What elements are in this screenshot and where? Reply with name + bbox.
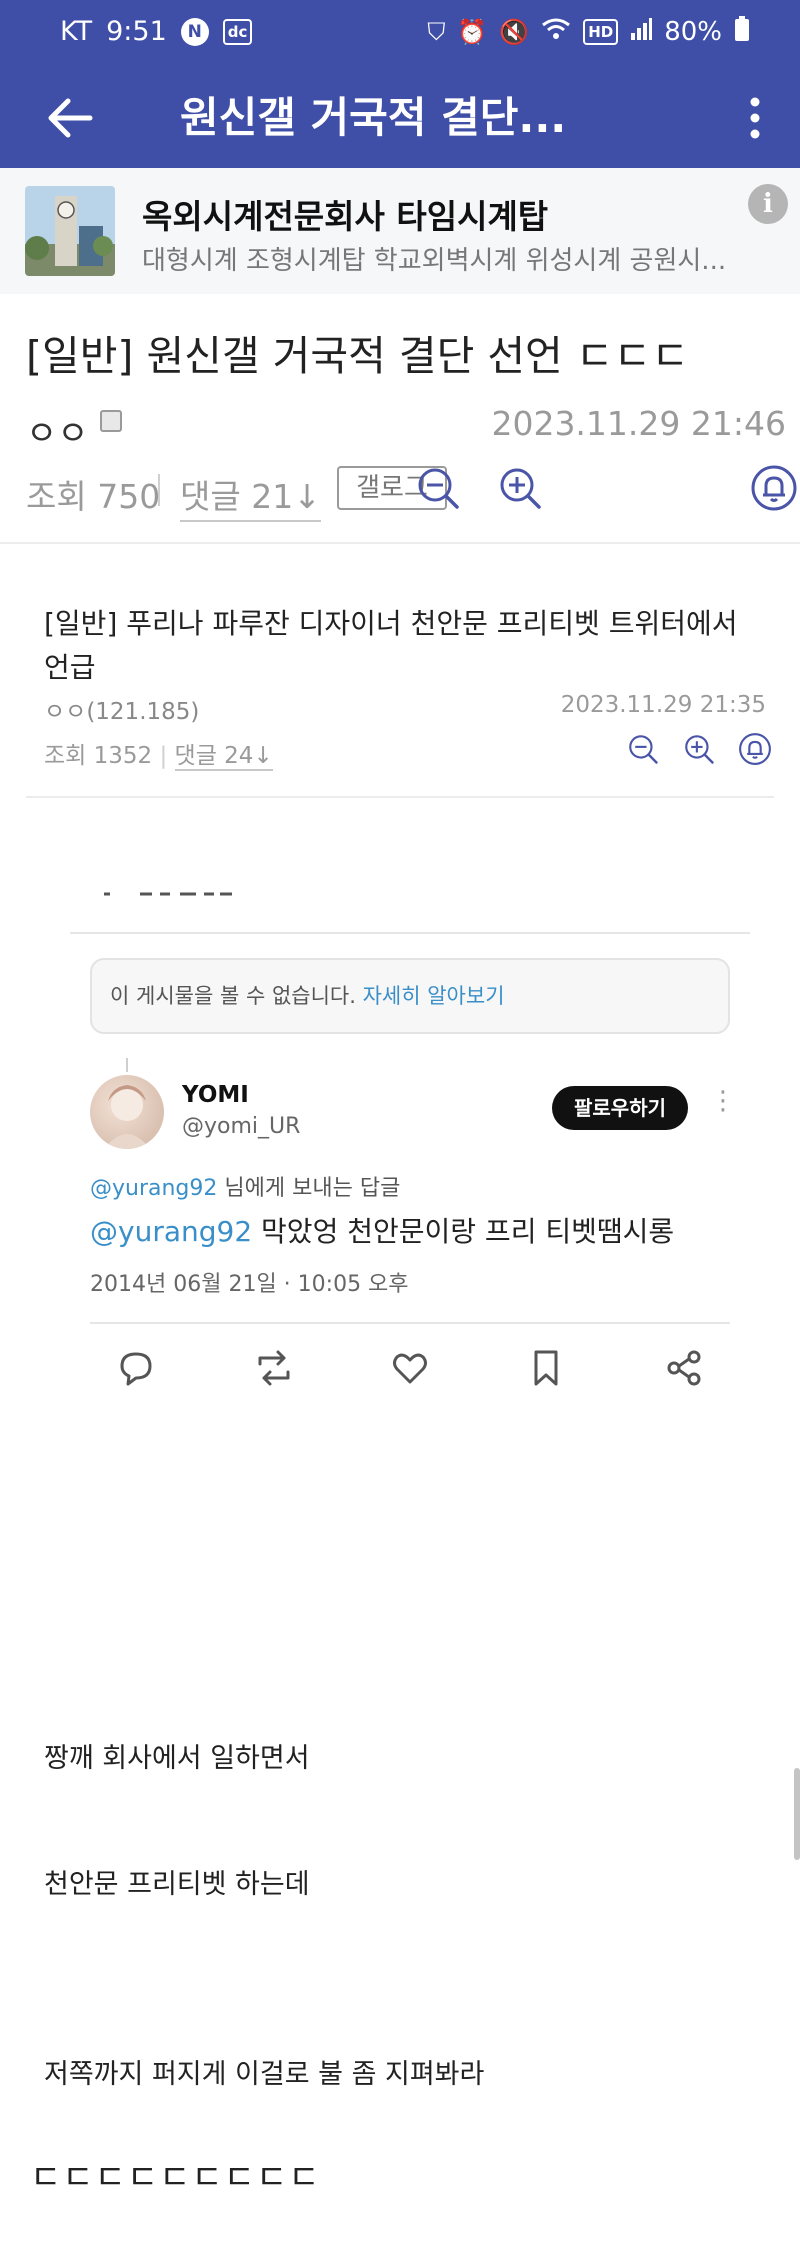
reply-mention: @yurang92 (90, 1176, 218, 1201)
signal-icon (630, 17, 653, 47)
body-text-line-2: 천안문 프리티벳 하는데 (44, 1869, 310, 1900)
gallery-banner[interactable]: 옥외시계전문회사 타임시계탑 대형시계 조형시계탑 학교외벽시계 위성시계 공원… (0, 168, 800, 294)
related-post-author: ㅇㅇ(121.185) (44, 699, 200, 725)
mute-icon: 🔇 (499, 18, 530, 46)
like-heart-icon (390, 1348, 430, 1388)
app-bar: 원신갤 거국적 결단... (0, 68, 800, 168)
reply-to-line: @yurang92 님에게 보내는 답글 (90, 1170, 400, 1202)
author-name[interactable]: ㅇㅇ (26, 406, 89, 455)
view-count: 조회 750 (26, 477, 161, 516)
stats-divider (158, 474, 160, 506)
more-options-icon[interactable] (740, 92, 770, 144)
tweet-author-handle: @yomi_UR (182, 1114, 301, 1139)
gallery-name: 옥외시계전문회사 타임시계탑 (142, 197, 549, 236)
body-text-line-1: 짱깨 회사에서 일하면서 (44, 1743, 310, 1774)
related-zoom-in-icon[interactable] (682, 732, 716, 766)
post-title: [일반] 원신갤 거국적 결단 선언 ㄷㄷㄷ (26, 332, 689, 380)
back-arrow-icon[interactable] (44, 92, 96, 144)
battery-percent: 80% (664, 17, 722, 47)
tweet-text-body: 막았엉 천안문이랑 프리 티벳땜시롱 (261, 1215, 675, 1248)
tweet-author-name: YOMI (182, 1082, 249, 1108)
tweet-text: @yurang92 막았엉 천안문이랑 프리 티벳땜시롱 (90, 1210, 674, 1250)
cropped-text-fragment (104, 892, 232, 896)
learn-more-link[interactable]: 자세히 알아보기 (363, 984, 505, 1008)
related-zoom-out-icon[interactable] (626, 732, 660, 766)
follow-button: 팔로우하기 (552, 1086, 688, 1130)
tweet-actions-divider (90, 1322, 730, 1324)
carrier-label: KT (60, 16, 93, 47)
info-icon[interactable]: i (748, 184, 788, 224)
section-divider (0, 542, 800, 544)
tweet-text-mention: @yurang92 (90, 1215, 253, 1248)
post-stats-row: 조회 750 댓글 21↓ 갤로그 (26, 462, 800, 522)
hd-voice-icon: HD (583, 19, 619, 45)
related-post-stats: 조회 1352 | 댓글 24↓ (44, 743, 273, 771)
alarm-icon: ⏰ (457, 18, 488, 46)
related-post-title[interactable]: [일반] 푸리나 파루잔 디자이너 천안문 프리티벳 트위터에서 언급 (44, 602, 764, 690)
status-bar: KT 9:51 N dc ⛉ ⏰ 🔇 HD 80% (0, 0, 800, 68)
data-saver-icon: ⛉ (427, 18, 446, 46)
avatar (90, 1075, 164, 1149)
closing-line: ㄷㄷㄷㄷㄷㄷㄷㄷㄷ (30, 2158, 321, 2198)
reply-suffix: 님에게 보내는 답글 (224, 1176, 401, 1201)
related-post-views: 조회 1352 (44, 743, 153, 769)
tweet-timestamp: 2014년 06월 21일 · 10:05 오후 (90, 1272, 409, 1297)
thread-line (126, 1058, 128, 1072)
zoom-out-icon[interactable] (414, 464, 462, 512)
clock: 9:51 (106, 16, 167, 47)
tweet-top-divider (70, 932, 750, 934)
gallery-thumbnail (25, 186, 115, 276)
unavailable-text: 이 게시물을 볼 수 없습니다. (110, 984, 356, 1008)
dc-notification-icon: dc (222, 18, 253, 45)
related-post-comments[interactable]: 댓글 24↓ (174, 743, 273, 771)
scrollbar[interactable] (794, 1768, 800, 1860)
post-date: 2023.11.29 21:46 (491, 404, 786, 443)
share-icon (664, 1348, 704, 1388)
post-meta-row: ㅇㅇ 2023.11.29 21:46 (26, 402, 786, 454)
comment-count-link[interactable]: 댓글 21↓ (180, 470, 321, 522)
related-divider (26, 796, 774, 798)
gallery-description: 대형시계 조형시계탑 학교외벽시계 위성시계 공원시... (142, 246, 727, 276)
related-post-card[interactable]: [일반] 푸리나 파루잔 디자이너 천안문 프리티벳 트위터에서 언급 ㅇㅇ(1… (26, 602, 774, 798)
related-bell-icon[interactable] (738, 732, 772, 766)
zoom-in-icon[interactable] (496, 464, 544, 512)
tweet-more-icon: ⋮ (710, 1086, 736, 1116)
bookmark-icon (526, 1348, 566, 1388)
fixed-nick-icon (100, 410, 122, 432)
body-text-line-3: 저쪽까지 퍼지게 이걸로 불 좀 지펴봐라 (44, 2059, 485, 2090)
related-post-date: 2023.11.29 21:35 (560, 692, 766, 718)
reply-icon (116, 1348, 156, 1388)
app-bar-title: 원신갤 거국적 결단... (180, 93, 567, 142)
unavailable-notice: 이 게시물을 볼 수 없습니다. 자세히 알아보기 (90, 958, 730, 1034)
retweet-icon (254, 1348, 294, 1388)
tweet-screenshot: 이 게시물을 볼 수 없습니다. 자세히 알아보기 YOMI @yomi_UR … (70, 890, 750, 1410)
naver-notification-icon: N (180, 17, 209, 46)
notification-bell-icon[interactable] (750, 464, 798, 512)
battery-icon (734, 16, 750, 48)
wifi-icon (541, 17, 571, 47)
